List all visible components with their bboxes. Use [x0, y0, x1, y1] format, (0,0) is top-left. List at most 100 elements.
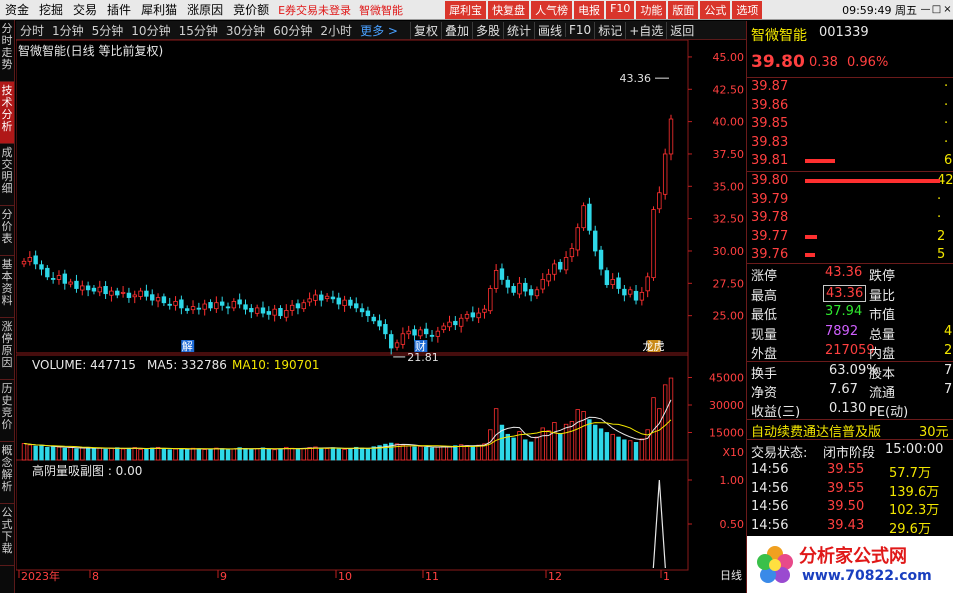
menu-item-limit-reason[interactable]: 涨原因: [182, 1, 228, 18]
volume-bar: [447, 446, 452, 461]
volume-bar: [657, 408, 662, 461]
candle-body: [109, 290, 114, 296]
tab-history-auction[interactable]: 历史竞价: [0, 380, 14, 442]
tab-intraday[interactable]: 分时走势: [0, 20, 14, 82]
minimize-icon[interactable]: —: [920, 4, 931, 15]
tool-f10[interactable]: F10: [565, 23, 594, 37]
options-button[interactable]: 选项: [732, 0, 763, 19]
chart-area[interactable]: 45.00 42.50 40.00 37.50 35.00 32.50 30.00 27.50…: [16, 40, 746, 593]
candle-body: [464, 313, 470, 319]
tool-add-watchlist[interactable]: +自选: [625, 21, 666, 39]
volume-bar: [528, 441, 534, 461]
tool-back[interactable]: 返回: [666, 21, 697, 39]
volume-bar: [354, 446, 359, 461]
period-2h[interactable]: 2小时: [316, 22, 356, 39]
tool-adjust[interactable]: 复权: [409, 21, 441, 39]
candle-body: [132, 294, 137, 298]
volume-bar: [511, 437, 516, 461]
promo-text[interactable]: 自动续费通达信普及版: [751, 421, 881, 440]
ask-price: 39.81: [751, 153, 789, 168]
x-tick-label: 12: [548, 570, 562, 583]
period-1min[interactable]: 1分钟: [48, 22, 88, 39]
candle-body: [179, 299, 184, 309]
tab-price-table[interactable]: 分价表: [0, 206, 14, 256]
candle-body: [528, 289, 534, 296]
menu-item-auction[interactable]: 竞价额: [228, 1, 274, 18]
kline-chart[interactable]: 45.00 42.50 40.00 37.50 35.00 32.50 30.00 27.50…: [16, 40, 746, 593]
tool-stats[interactable]: 统计: [502, 21, 534, 39]
function-button[interactable]: 功能: [636, 0, 667, 19]
close-icon[interactable]: ×: [942, 4, 953, 15]
maximize-icon[interactable]: □: [931, 4, 942, 15]
tab-limit-reason[interactable]: 涨停原因: [0, 318, 14, 380]
tool-overlay[interactable]: 叠加: [440, 21, 472, 39]
period-30min[interactable]: 30分钟: [222, 22, 269, 39]
tab-basic-info[interactable]: 基本资料: [0, 256, 14, 318]
ask-price: 39.86: [751, 97, 789, 113]
candle-body: [231, 301, 237, 309]
tick-row: 14:56 39.55 139.6万: [747, 480, 953, 500]
volume-bar: [185, 448, 190, 461]
period-60min[interactable]: 60分钟: [269, 22, 316, 39]
menu-bar: 资金 挖掘 交易 插件 犀利猫 涨原因 竞价额 E券交易未登录 智微智能 犀利宝…: [0, 0, 953, 20]
tab-technical[interactable]: 技术分析: [0, 82, 14, 144]
menu-item-trade[interactable]: 交易: [68, 1, 102, 18]
popularity-button[interactable]: 人气榜: [531, 0, 573, 19]
period-more-button[interactable]: 更多 >: [356, 22, 402, 39]
menu-item-xilimao[interactable]: 犀利猫: [136, 1, 182, 18]
chart-title: 智微智能(日线 等比前复权): [18, 44, 164, 58]
promo-row[interactable]: 自动续费通达信普及版 30元: [747, 420, 953, 440]
tool-draw[interactable]: 画线: [534, 21, 565, 39]
volume-bar: [284, 446, 289, 461]
period-5min[interactable]: 5分钟: [88, 22, 128, 39]
volume-bar: [569, 421, 575, 461]
volume-bar: [523, 439, 528, 461]
period-intraday[interactable]: 分时: [16, 22, 48, 39]
tick-time: 14:56: [751, 517, 789, 533]
period-15min[interactable]: 15分钟: [175, 22, 222, 39]
bid-volume-bar: [805, 179, 940, 183]
menu-stock-name: 智微智能: [359, 3, 404, 17]
menu-item-mining[interactable]: 挖掘: [34, 1, 68, 18]
telegraph-button[interactable]: 电报: [574, 0, 605, 19]
menu-item-funds[interactable]: 资金: [0, 1, 34, 18]
vol-tick-label: 15000: [709, 427, 744, 440]
volume-bar: [196, 448, 202, 461]
menu-item-plugins[interactable]: 插件: [102, 1, 136, 18]
volume-bar: [604, 432, 610, 461]
tab-trade-detail[interactable]: 成交明细: [0, 144, 14, 206]
volume-bar: [103, 448, 108, 461]
tool-multi-stock[interactable]: 多股: [471, 21, 503, 39]
volume-bar: [581, 411, 586, 461]
candle-body: [423, 328, 429, 335]
x-tick-label: 1: [663, 570, 670, 583]
event-marker: 龙虎: [643, 340, 665, 353]
tab-formula-download[interactable]: 公式下载: [0, 504, 14, 566]
trade-login-notice[interactable]: E券交易未登录: [274, 2, 355, 18]
stat-row: 净资 7.67 流通 7: [747, 381, 953, 401]
formula-button[interactable]: 公式: [700, 0, 731, 19]
xilibao-button[interactable]: 犀利宝: [445, 0, 487, 19]
f10-button[interactable]: F10: [606, 0, 635, 19]
candle-body: [249, 308, 254, 313]
tick-price: 39.50: [827, 499, 865, 514]
candle-body: [126, 292, 132, 298]
candle-body: [68, 281, 73, 285]
tab-concept[interactable]: 概念解析: [0, 442, 14, 504]
volume-bar: [668, 377, 674, 461]
quick-review-button[interactable]: 快复盘: [488, 0, 530, 19]
sub-indicator-label: 高阴量吸副图 : 0.00: [32, 464, 143, 478]
period-10min[interactable]: 10分钟: [127, 22, 174, 39]
bid-level: 39.79 ·: [747, 191, 953, 210]
layout-button[interactable]: 版面: [668, 0, 699, 19]
volume-bar: [324, 448, 330, 461]
volume-bar: [295, 448, 301, 461]
candle-body: [575, 227, 580, 251]
candle-body: [144, 290, 149, 297]
stat-value: 37.94: [825, 304, 863, 319]
bid-level: 39.77 2: [747, 228, 953, 247]
stat-row: 最低 37.94 市值: [747, 303, 953, 323]
candle-body: [453, 320, 458, 326]
volume-bar: [144, 448, 149, 461]
tool-mark[interactable]: 标记: [594, 21, 625, 39]
